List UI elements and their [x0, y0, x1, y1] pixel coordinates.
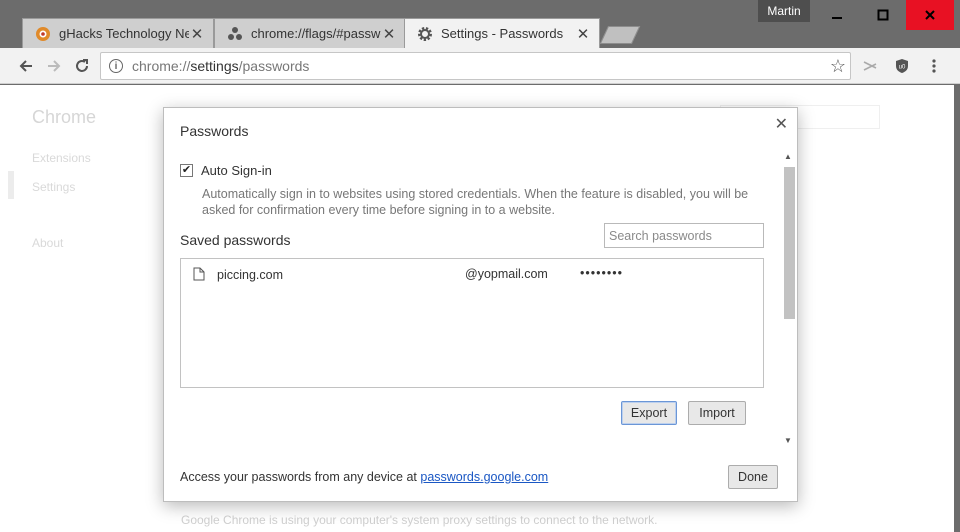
scroll-down-icon[interactable]: ▼	[784, 436, 792, 445]
tab-title: Settings - Passwords	[441, 26, 564, 41]
extension-scissors-icon	[863, 61, 877, 71]
back-icon	[19, 60, 32, 72]
proxy-notice: Google Chrome is using your computer's s…	[181, 513, 658, 527]
document-icon	[193, 267, 205, 281]
entry-username: @yopmail.com	[465, 267, 548, 281]
reload-button[interactable]	[72, 56, 92, 76]
sidebar-active-indicator	[8, 171, 14, 199]
menu-icon	[932, 59, 936, 73]
search-passwords-input[interactable]	[604, 223, 764, 248]
minimize-icon	[832, 17, 842, 19]
ublock-button[interactable]: u0	[892, 56, 912, 76]
tab-close-icon[interactable]: ✕	[575, 25, 591, 43]
url-path: /passwords	[238, 58, 310, 74]
maximize-icon	[877, 9, 889, 21]
menu-button[interactable]	[924, 56, 944, 76]
url-host: settings	[190, 58, 239, 74]
saved-passwords-list: piccing.com @yopmail.com ••••••••	[180, 258, 764, 388]
dialog-close-icon[interactable]: ✕	[775, 114, 788, 134]
window-border	[954, 85, 960, 532]
close-window-button[interactable]	[906, 0, 954, 30]
import-button[interactable]: Import	[688, 401, 746, 425]
auto-signin-row[interactable]: ✔ Auto Sign-in	[180, 163, 272, 178]
url-scheme: chrome://	[132, 58, 191, 74]
tab-title: gHacks Technology New:	[59, 26, 189, 41]
auto-signin-checkbox[interactable]: ✔	[180, 164, 193, 177]
close-icon	[925, 10, 935, 20]
sidebar-item-about[interactable]: About	[32, 236, 63, 250]
gear-icon	[418, 26, 432, 41]
saved-passwords-heading: Saved passwords	[180, 232, 291, 248]
flags-favicon	[228, 26, 242, 40]
auto-signin-description: Automatically sign in to websites using …	[202, 187, 749, 217]
sidebar-title: Chrome	[32, 107, 97, 127]
address-bar[interactable]: i chrome://settings/passwords ☆	[100, 52, 851, 80]
profile-button[interactable]: Martin	[758, 0, 810, 22]
passwords-google-link[interactable]: passwords.google.com	[420, 470, 548, 484]
export-button[interactable]: Export	[621, 401, 677, 425]
reload-icon	[76, 59, 88, 72]
tab-close-icon[interactable]: ✕	[189, 25, 205, 43]
dialog-footer: Access your passwords from any device at…	[180, 470, 548, 484]
entry-password: ••••••••	[580, 266, 624, 280]
tab-flags[interactable]: chrome://flags/#passwo ✕	[214, 18, 406, 48]
minimize-button[interactable]	[814, 0, 860, 30]
tab-close-icon[interactable]: ✕	[381, 25, 397, 43]
dialog-scrollbar[interactable]: ▲ ▼	[781, 150, 795, 450]
star-icon[interactable]: ☆	[830, 56, 846, 77]
extension-button[interactable]	[860, 56, 880, 76]
tab-settings-passwords[interactable]: Settings - Passwords ✕	[404, 18, 600, 48]
svg-text:u0: u0	[899, 65, 906, 71]
passwords-dialog: Passwords ✕ ▲ ▼ ✔ Auto Sign-in Automatic…	[163, 107, 798, 502]
done-button[interactable]: Done	[728, 465, 778, 489]
forward-icon	[48, 60, 61, 72]
tab-ghacks[interactable]: gHacks Technology New: ✕	[22, 18, 214, 48]
tab-title: chrome://flags/#passwo	[251, 26, 381, 41]
forward-button[interactable]	[44, 56, 64, 76]
info-icon[interactable]: i	[109, 59, 123, 73]
entry-site: piccing.com	[217, 268, 283, 282]
sidebar-item-settings[interactable]: Settings	[32, 180, 75, 194]
footer-prefix: Access your passwords from any device at	[180, 470, 421, 484]
scroll-up-icon[interactable]: ▲	[784, 152, 792, 161]
list-item[interactable]: piccing.com @yopmail.com ••••••••	[181, 266, 763, 286]
ghacks-favicon	[36, 26, 50, 41]
maximize-button[interactable]	[860, 0, 906, 30]
ublock-shield-icon: u0	[896, 59, 908, 73]
back-button[interactable]	[16, 56, 36, 76]
scrollbar-thumb[interactable]	[784, 167, 795, 319]
toolbar: i chrome://settings/passwords ☆ u0	[0, 48, 960, 84]
sidebar-item-extensions[interactable]: Extensions	[32, 151, 91, 165]
auto-signin-label: Auto Sign-in	[201, 163, 272, 178]
dialog-title: Passwords	[180, 123, 249, 139]
